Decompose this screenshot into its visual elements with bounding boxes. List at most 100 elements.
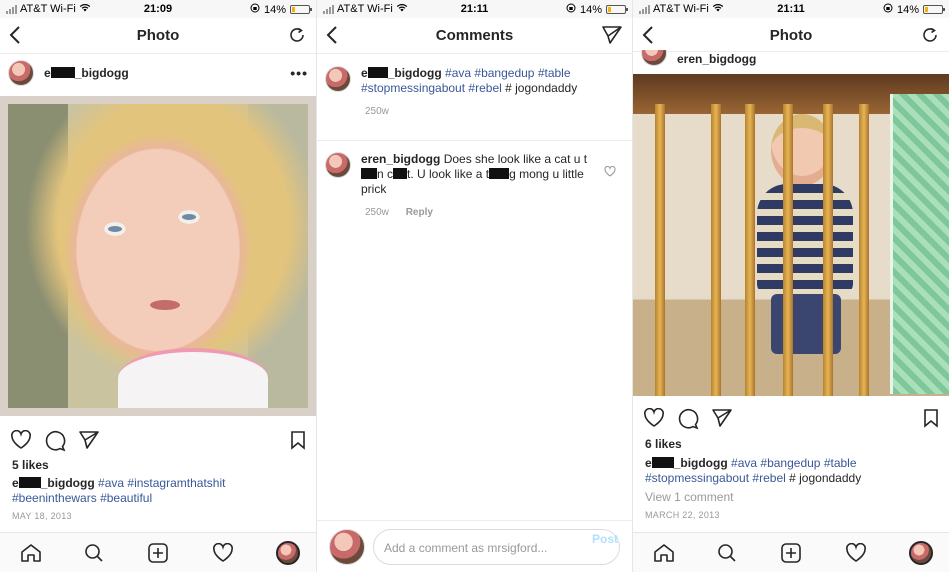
post-photo[interactable] (633, 74, 949, 396)
hashtag[interactable]: #beautiful (100, 491, 152, 505)
hashtag[interactable]: #instagramthatshit (127, 476, 225, 490)
nav-bar: Comments (317, 18, 632, 54)
post-username[interactable]: e _bigdogg (44, 66, 129, 80)
nav-bar: Photo (0, 18, 316, 54)
share-icon[interactable] (78, 430, 100, 455)
orientation-lock-icon (883, 3, 893, 16)
photo-content (8, 104, 308, 408)
photo-detail (859, 104, 869, 396)
caption-tail: # jogondaddy (505, 81, 578, 95)
heart-icon[interactable] (10, 429, 32, 455)
post-caption: e _bigdogg #ava #instagramthatshit #beeni… (12, 476, 304, 506)
comment-item: eren_bigdogg Does she look like a cat u … (325, 152, 620, 220)
comment-meta: 250w Reply (365, 205, 620, 220)
comment-icon[interactable] (44, 430, 66, 457)
comment-username[interactable]: e _bigdogg (361, 66, 442, 80)
refresh-icon[interactable] (921, 26, 939, 49)
comment-body: t (583, 152, 588, 166)
username-part: _bigdogg (40, 476, 95, 490)
hashtag[interactable]: #rebel (468, 81, 501, 95)
page-title: Photo (769, 27, 813, 44)
activity-heart-icon[interactable] (212, 542, 234, 568)
comment-body: Does she look like a cat u (443, 152, 581, 166)
redaction-bar (393, 168, 408, 179)
photo-detail (823, 104, 833, 396)
avatar[interactable] (325, 152, 351, 178)
hashtag[interactable]: #table (538, 66, 571, 80)
add-post-icon[interactable] (148, 543, 168, 568)
add-post-icon[interactable] (781, 543, 801, 568)
photo-detail (178, 210, 200, 224)
search-icon[interactable] (84, 543, 104, 568)
avatar[interactable] (641, 50, 667, 66)
status-bar: AT&T Wi-Fi 21:09 14% (0, 0, 316, 18)
username-part: _bigdogg (673, 456, 728, 470)
hashtag[interactable]: #bangedup (760, 456, 820, 470)
home-icon[interactable] (653, 543, 675, 568)
username-part: _bigdogg (387, 66, 442, 80)
activity-heart-icon[interactable] (845, 542, 867, 568)
caption-username[interactable]: e _bigdogg (12, 476, 95, 490)
bookmark-icon[interactable] (290, 430, 306, 455)
view-comments-link[interactable]: View 1 comment (645, 490, 733, 504)
photo-detail (783, 104, 793, 396)
avatar[interactable] (325, 66, 351, 92)
hashtag[interactable]: #table (824, 456, 857, 470)
hashtag[interactable]: #ava (731, 456, 757, 470)
refresh-icon[interactable] (288, 26, 306, 49)
photo-detail (118, 348, 268, 408)
bookmark-icon[interactable] (923, 408, 939, 433)
caption-username[interactable]: e _bigdogg (645, 456, 728, 470)
post-photo[interactable] (0, 96, 316, 416)
photo-detail (751, 114, 871, 354)
photo-detail (711, 104, 721, 396)
comment-icon[interactable] (677, 408, 699, 435)
search-icon[interactable] (717, 543, 737, 568)
comment-username[interactable]: eren_bigdogg (361, 152, 440, 166)
like-count[interactable]: 6 likes (645, 437, 682, 451)
username-part: e (12, 476, 19, 490)
divider (317, 140, 632, 141)
photo-detail (757, 184, 853, 294)
page-title: Comments (435, 27, 514, 44)
tab-bar (633, 532, 949, 572)
hashtag[interactable]: #bangedup (474, 66, 534, 80)
hashtag[interactable]: #stopmessingabout (645, 471, 749, 485)
profile-tab-avatar[interactable] (909, 541, 933, 565)
comment-text: eren_bigdogg Does she look like a cat u … (361, 152, 598, 197)
orientation-lock-icon (250, 3, 260, 16)
redaction-bar (50, 67, 75, 78)
like-count[interactable]: 5 likes (12, 458, 49, 472)
caption-tail: # jogondaddy (789, 471, 862, 485)
orientation-lock-icon (566, 3, 576, 16)
comment-body: n c (377, 167, 394, 181)
hashtag[interactable]: #stopmessingabout (361, 81, 465, 95)
share-icon[interactable] (711, 408, 733, 433)
hashtag[interactable]: #beeninthewars (12, 491, 97, 505)
status-right: 14% (566, 3, 628, 16)
post-date: MAY 18, 2013 (12, 511, 72, 521)
page-title: Photo (136, 27, 180, 44)
avatar[interactable] (8, 60, 34, 86)
direct-share-icon[interactable] (602, 26, 622, 49)
hashtag[interactable]: #rebel (752, 471, 785, 485)
redaction-bar (367, 67, 388, 78)
caption-comment: e _bigdogg #ava #bangedup #table #stopmes… (325, 66, 620, 119)
like-comment-icon[interactable] (604, 165, 616, 181)
hashtag[interactable]: #ava (98, 476, 124, 490)
heart-icon[interactable] (643, 407, 665, 433)
comment-time: 250w (365, 207, 389, 218)
battery-percent: 14% (896, 3, 919, 16)
battery-icon (923, 5, 945, 14)
comment-input[interactable]: Add a comment as mrsigford... (373, 529, 620, 565)
post-username[interactable]: eren_bigdogg (677, 52, 756, 66)
reply-button[interactable]: Reply (406, 207, 433, 218)
username-part: e (361, 66, 368, 80)
profile-tab-avatar[interactable] (276, 541, 300, 565)
post-comment-button[interactable]: Post (592, 532, 618, 546)
home-icon[interactable] (20, 543, 42, 568)
hashtag[interactable]: #ava (445, 66, 471, 80)
more-options-icon[interactable]: ••• (290, 65, 308, 81)
status-bar: AT&T Wi-Fi 21:11 14% (317, 0, 632, 18)
redaction-bar (18, 477, 41, 488)
